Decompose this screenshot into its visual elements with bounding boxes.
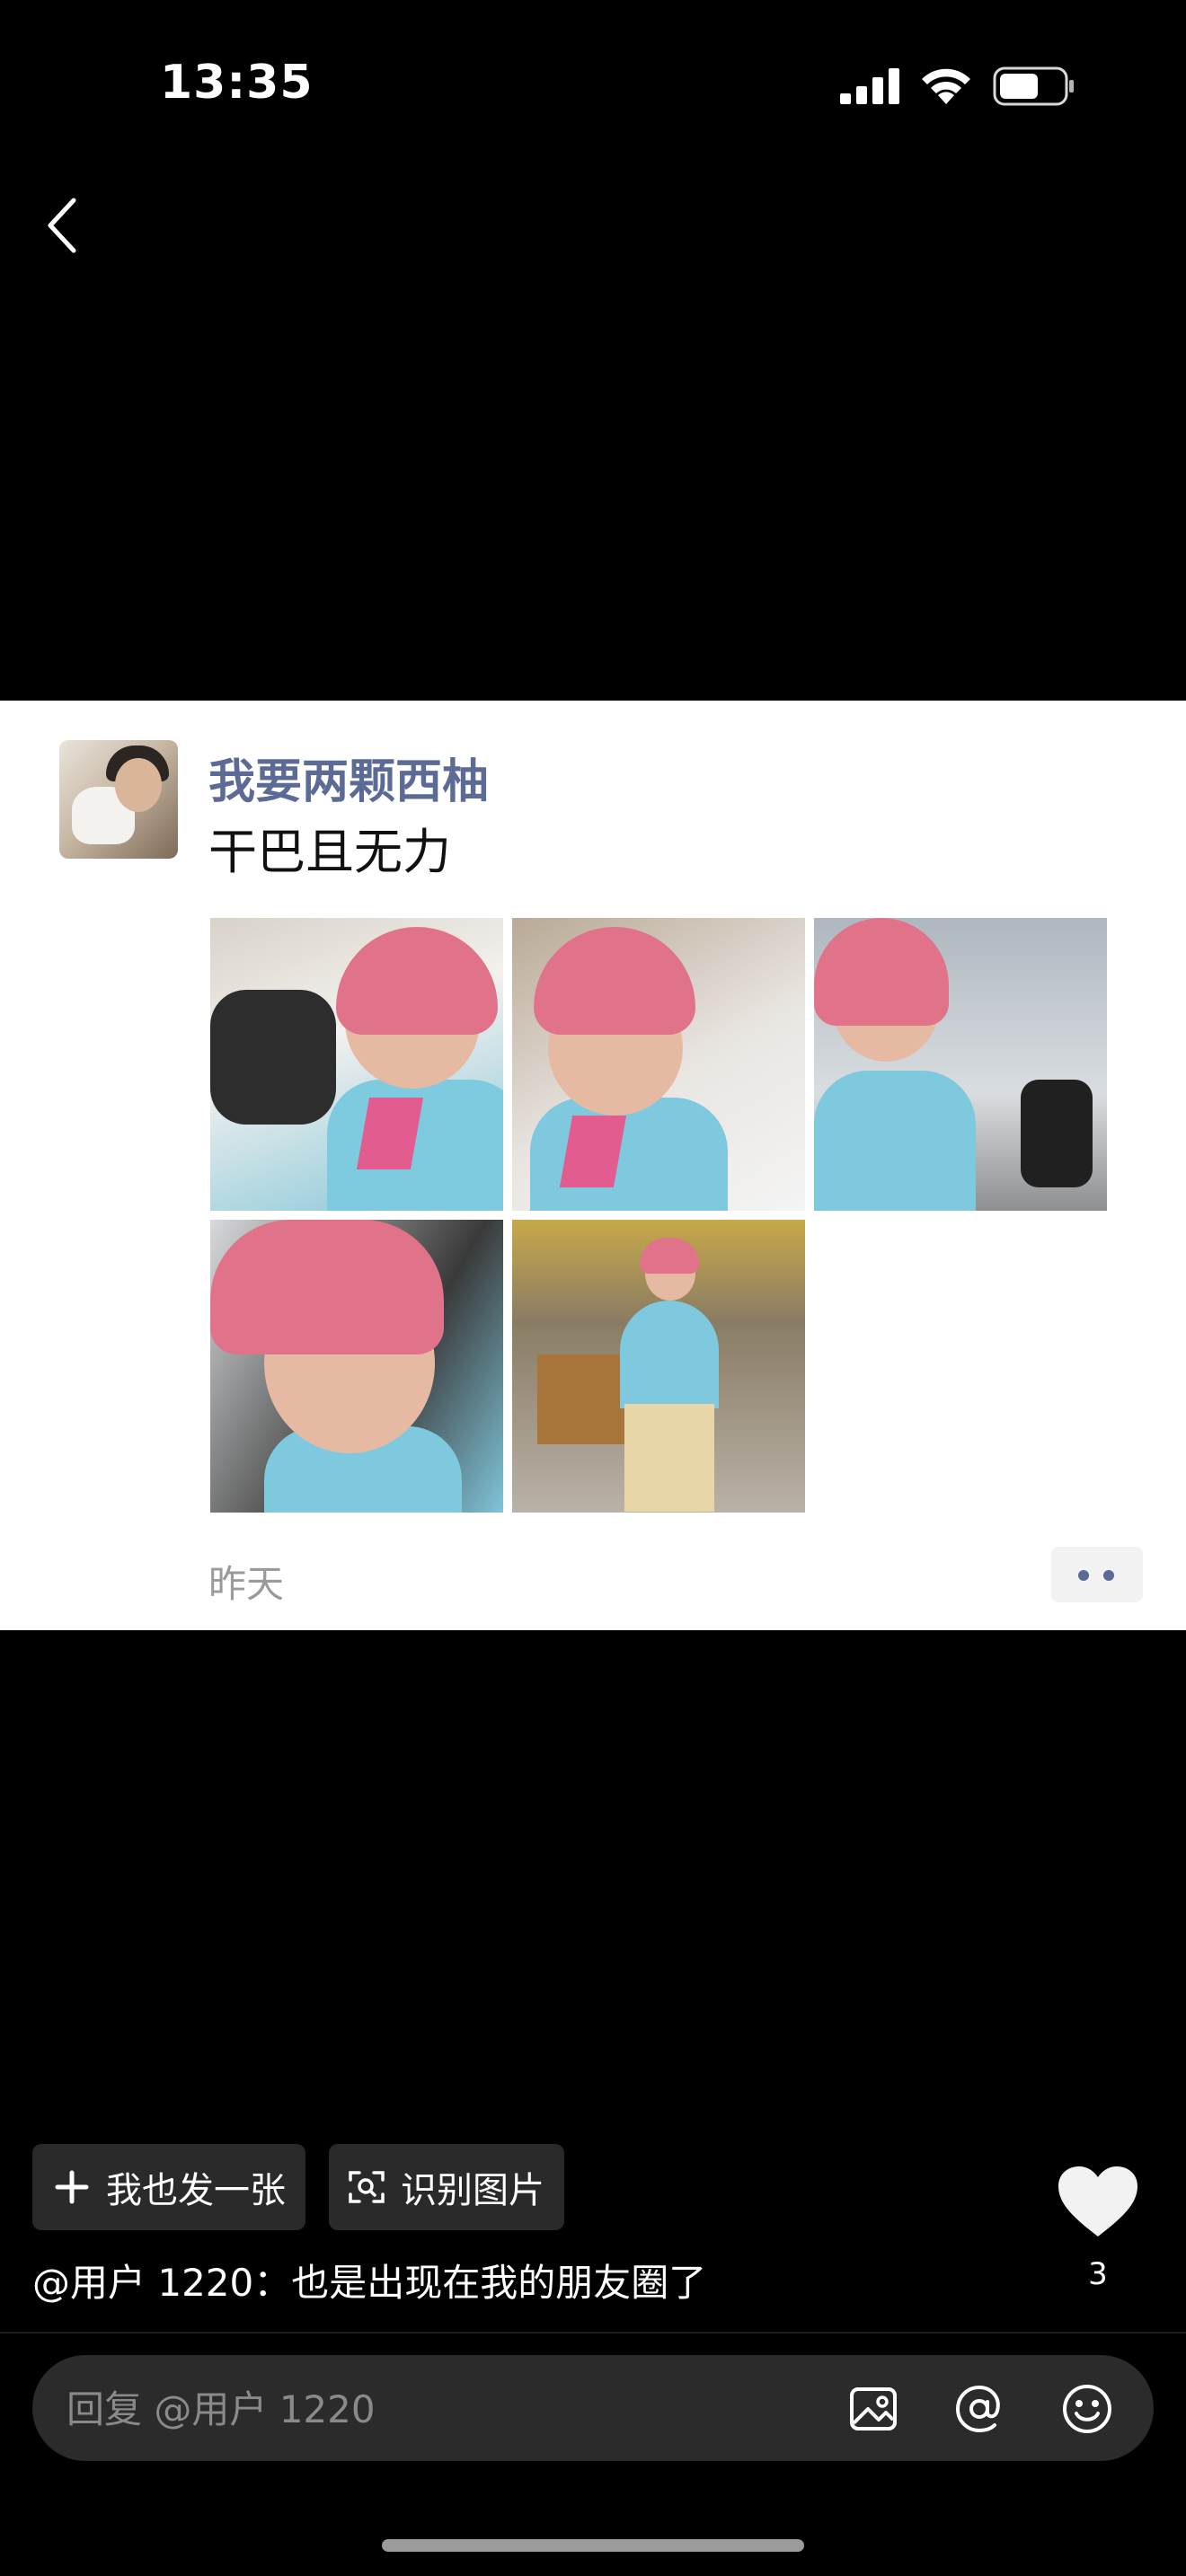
- shared-post-image[interactable]: 我要两颗西柚 干巴且无力 昨天: [0, 701, 1186, 1630]
- image-icon[interactable]: [846, 2382, 900, 2436]
- post-photo-1: [210, 918, 503, 1211]
- signal-icon: [840, 68, 899, 104]
- plus-icon: [55, 2170, 89, 2204]
- like-button[interactable]: [1057, 2165, 1139, 2240]
- post-author-name: 我要两颗西柚: [208, 755, 490, 809]
- at-icon[interactable]: [952, 2382, 1006, 2436]
- more-dots-icon: [1051, 1547, 1143, 1602]
- post-time: 昨天: [208, 1562, 285, 1606]
- wifi-icon: [922, 68, 970, 104]
- post-photo-2: [512, 918, 805, 1211]
- chevron-left-icon: [48, 198, 76, 253]
- emoji-icon[interactable]: [1060, 2382, 1114, 2436]
- recognize-image-button[interactable]: 识别图片: [329, 2144, 564, 2230]
- post-too-button[interactable]: 我也发一张: [32, 2144, 305, 2230]
- status-time: 13:35: [160, 56, 314, 110]
- screen: 13:35 我要两颗西柚 干巴且无力 昨天 我也发一张 识别图片 @用户 122…: [0, 0, 1186, 2576]
- scan-icon: [349, 2171, 385, 2203]
- post-photo-4: [210, 1220, 503, 1513]
- post-avatar: [59, 740, 178, 859]
- post-photo-3: [814, 918, 1107, 1211]
- post-text: 干巴且无力: [208, 824, 451, 880]
- back-button[interactable]: [38, 193, 92, 258]
- status-bar: 13:35: [0, 0, 1186, 171]
- comment-text: @用户 1220：也是出现在我的朋友圈了: [32, 2261, 707, 2305]
- like-count: 3: [1088, 2256, 1108, 2292]
- post-too-label: 我也发一张: [106, 2170, 286, 2211]
- battery-icon: [993, 66, 1074, 106]
- reply-input[interactable]: [65, 2355, 805, 2463]
- home-indicator: [382, 2539, 804, 2552]
- recognize-image-label: 识别图片: [401, 2170, 544, 2211]
- post-photo-5: [512, 1220, 805, 1513]
- heart-icon: [1058, 2166, 1137, 2236]
- reply-bar: [32, 2355, 1154, 2463]
- divider: [0, 2332, 1186, 2333]
